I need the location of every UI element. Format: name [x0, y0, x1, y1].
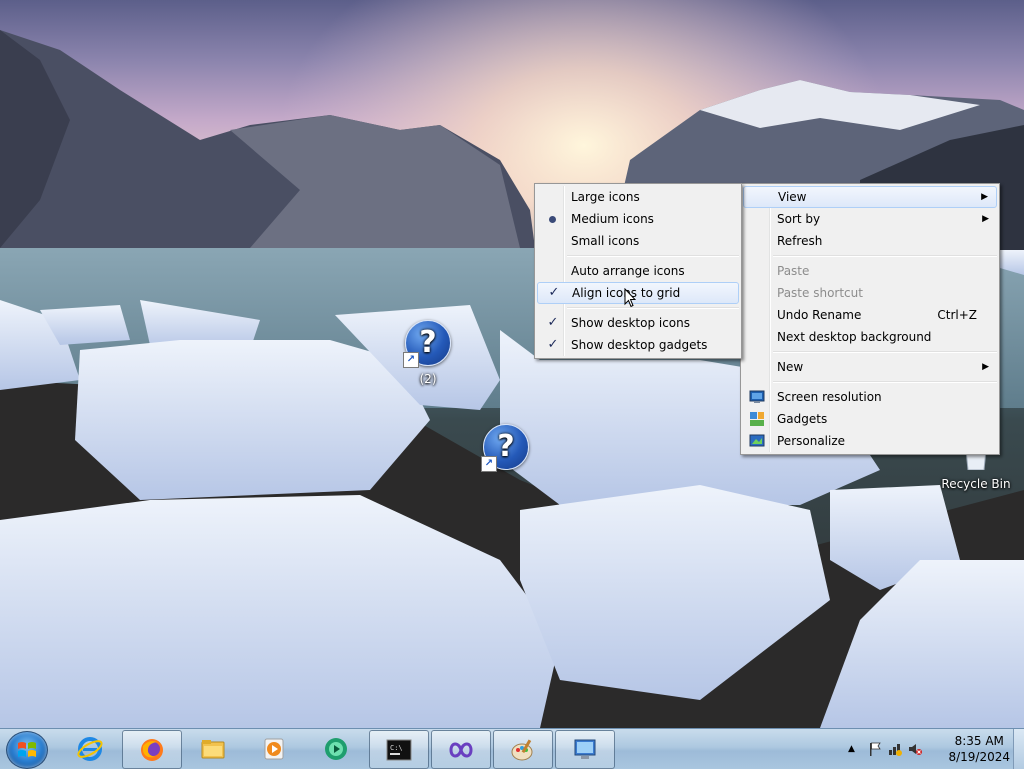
windows-logo-icon	[18, 742, 36, 757]
menu-item-personalize[interactable]: Personalize	[743, 430, 997, 452]
menu-item-label: Next desktop background	[777, 330, 932, 344]
media-player-icon	[264, 738, 284, 760]
menu-item-shortcut: Ctrl+Z	[937, 308, 977, 322]
action-center-flag-icon[interactable]	[868, 742, 882, 756]
taskbar-command-prompt[interactable]: C:\	[369, 730, 429, 769]
menu-item-auto-arrange-icons[interactable]: Auto arrange icons	[537, 260, 739, 282]
menu-item-label: View	[778, 190, 807, 204]
menu-item-small-icons[interactable]: Small icons	[537, 230, 739, 252]
menu-item-label: Large icons	[571, 190, 640, 204]
start-button[interactable]	[6, 731, 48, 769]
help-question-icon: ? ↗	[403, 320, 451, 368]
menu-item-screen-resolution[interactable]: Screen resolution	[743, 386, 997, 408]
firefox-icon	[141, 739, 163, 761]
shortcut-arrow-icon: ↗	[481, 456, 497, 472]
taskbar-visual-studio[interactable]	[431, 730, 491, 769]
desktop-shortcut-1[interactable]: ? ↗	[478, 424, 534, 476]
submenu-arrow-icon: ▶	[982, 214, 989, 224]
taskbar-paint[interactable]	[493, 730, 553, 769]
file-explorer-icon	[201, 740, 225, 759]
paint-icon	[511, 739, 533, 761]
help-question-icon: ? ↗	[481, 424, 529, 472]
visual-studio-icon	[449, 742, 473, 758]
taskbar-remote-desktop[interactable]	[555, 730, 615, 769]
system-tray: ▲ 8:35 AM 8/19/2024	[834, 729, 1024, 769]
menu-separator	[773, 381, 997, 383]
desktop-shortcut-2[interactable]: ? ↗ (2)	[400, 320, 456, 386]
menu-separator	[567, 307, 739, 309]
desktop-icon-label: (2)	[419, 372, 437, 386]
menu-item-paste[interactable]: Paste	[743, 260, 997, 282]
menu-separator	[567, 255, 739, 257]
menu-item-gadgets[interactable]: Gadgets	[743, 408, 997, 430]
menu-item-label: Sort by	[777, 212, 821, 226]
view-submenu: Large icons Medium icons Small icons Aut…	[534, 183, 742, 359]
menu-item-undo-rename[interactable]: Undo Rename Ctrl+Z	[743, 304, 997, 326]
show-desktop-button[interactable]	[1013, 729, 1024, 769]
menu-item-show-desktop-gadgets[interactable]: ✓ Show desktop gadgets	[537, 334, 739, 356]
menu-item-label: Gadgets	[777, 412, 828, 426]
taskbar-firefox[interactable]	[122, 730, 182, 769]
taskbar: C:\ ▲ 8:35 AM 8/19/2024	[0, 728, 1024, 769]
media-center-icon	[325, 738, 347, 760]
checkmark-icon: ✓	[548, 285, 560, 300]
menu-item-view[interactable]: View ▶	[743, 186, 997, 208]
menu-item-sort-by[interactable]: Sort by ▶	[743, 208, 997, 230]
menu-item-paste-shortcut[interactable]: Paste shortcut	[743, 282, 997, 304]
taskbar-file-explorer[interactable]	[184, 730, 242, 767]
menu-item-label: Screen resolution	[777, 390, 882, 404]
submenu-arrow-icon: ▶	[981, 192, 988, 202]
internet-explorer-icon	[77, 737, 103, 761]
gadgets-icon	[750, 412, 764, 426]
command-prompt-icon: C:\	[386, 739, 412, 761]
menu-item-label: Small icons	[571, 234, 640, 248]
desktop[interactable]: ? ↗ (2) ? ↗ Recycle Bin View ▶ Sort by ▶…	[0, 0, 1024, 728]
shortcut-arrow-icon: ↗	[403, 352, 419, 368]
menu-item-label: Show desktop gadgets	[571, 338, 708, 352]
menu-item-align-icons-to-grid[interactable]: ✓ Align icons to grid	[537, 282, 739, 304]
show-hidden-icons-chevron-icon[interactable]: ▲	[848, 742, 862, 756]
clock-time: 8:35 AM	[954, 734, 1004, 748]
menu-item-label: Undo Rename	[777, 308, 862, 322]
menu-item-next-desktop-background[interactable]: Next desktop background	[743, 326, 997, 348]
checkmark-icon: ✓	[547, 315, 559, 330]
menu-item-refresh[interactable]: Refresh	[743, 230, 997, 252]
remote-desktop-icon	[574, 739, 596, 759]
menu-item-label: Paste	[777, 264, 810, 278]
network-icon[interactable]	[888, 742, 902, 756]
desktop-icon-label: Recycle Bin	[941, 477, 1011, 491]
menu-item-large-icons[interactable]: Large icons	[537, 186, 739, 208]
checkmark-icon: ✓	[547, 337, 559, 352]
taskbar-clock[interactable]: 8:35 AM 8/19/2024	[948, 733, 1010, 765]
menu-item-label: Personalize	[777, 434, 846, 448]
menu-item-label: Paste shortcut	[777, 286, 863, 300]
menu-item-new[interactable]: New ▶	[743, 356, 997, 378]
menu-item-label: Medium icons	[571, 212, 654, 226]
svg-text:C:\: C:\	[390, 744, 403, 752]
menu-item-label: Show desktop icons	[571, 316, 691, 330]
mouse-cursor-icon	[624, 288, 636, 308]
desktop-context-menu: View ▶ Sort by ▶ Refresh Paste Paste sho…	[740, 183, 1000, 455]
menu-item-medium-icons[interactable]: Medium icons	[537, 208, 739, 230]
taskbar-media-center[interactable]	[307, 730, 365, 767]
monitor-icon	[749, 390, 765, 403]
menu-item-label: Auto arrange icons	[571, 264, 685, 278]
menu-separator	[773, 255, 997, 257]
taskbar-internet-explorer[interactable]	[61, 730, 119, 767]
menu-item-show-desktop-icons[interactable]: ✓ Show desktop icons	[537, 312, 739, 334]
clock-date: 8/19/2024	[948, 750, 1010, 764]
menu-item-label: Refresh	[777, 234, 823, 248]
taskbar-media-player[interactable]	[245, 730, 303, 767]
radio-bullet-icon	[549, 216, 556, 223]
menu-item-label: New	[777, 360, 804, 374]
personalize-icon	[749, 434, 765, 447]
submenu-arrow-icon: ▶	[982, 362, 989, 372]
menu-separator	[773, 351, 997, 353]
desktop-recycle-bin[interactable]: Recycle Bin	[940, 449, 1012, 491]
volume-muted-icon[interactable]	[908, 742, 922, 756]
